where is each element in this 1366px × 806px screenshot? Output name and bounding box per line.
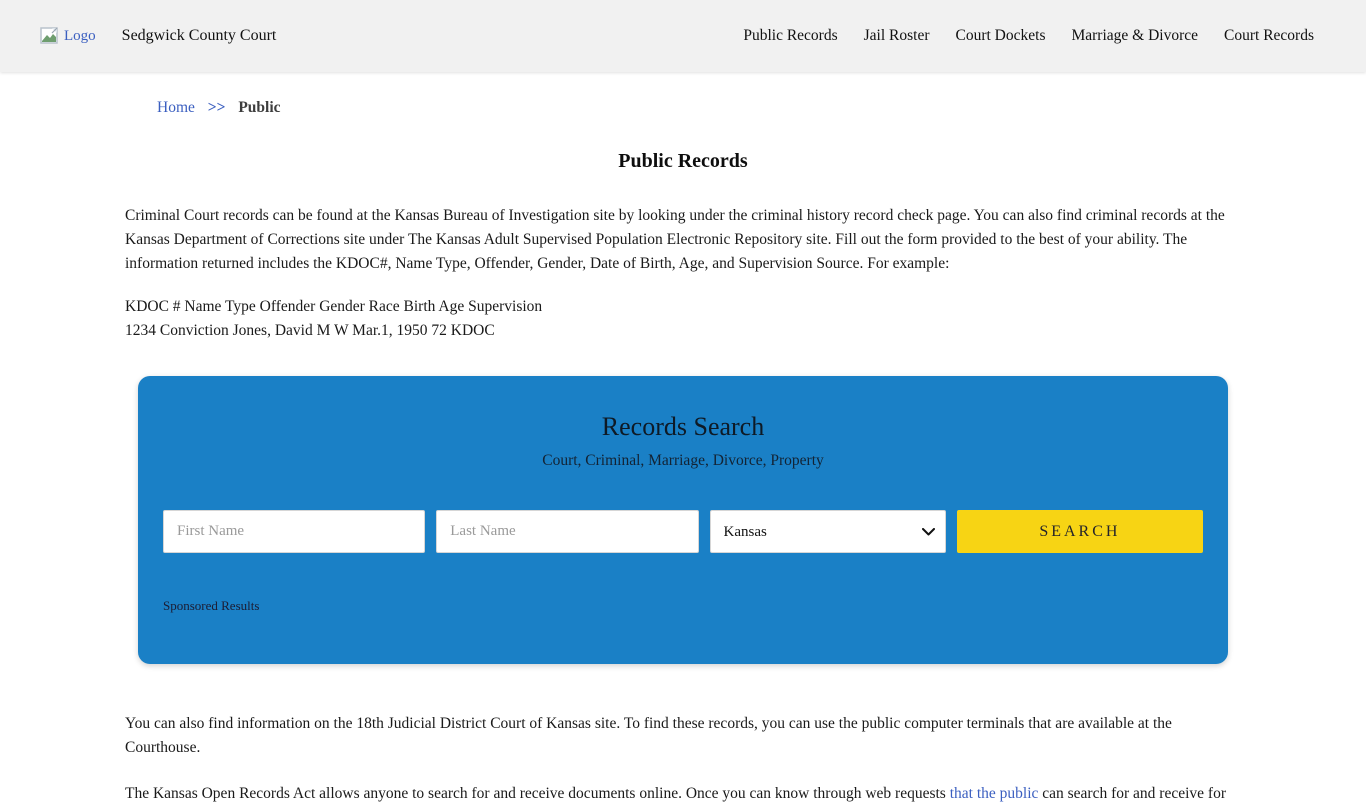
records-search-subtitle: Court, Criminal, Marriage, Divorce, Prop… bbox=[163, 451, 1203, 471]
breadcrumb-home-link[interactable]: Home bbox=[157, 99, 195, 116]
state-select[interactable]: Kansas bbox=[711, 511, 945, 552]
records-search-card: Records Search Court, Criminal, Marriage… bbox=[138, 376, 1228, 664]
example-record-line: 1234 Conviction Jones, David M W Mar.1, … bbox=[125, 322, 495, 339]
intro-paragraph: Criminal Court records can be found at t… bbox=[125, 204, 1241, 276]
site-logo[interactable]: Logo bbox=[40, 27, 96, 46]
open-records-act-text-after: can search for and receive for bbox=[1038, 785, 1226, 802]
nav-item-public-records[interactable]: Public Records bbox=[743, 27, 837, 45]
breadcrumb-current: Public bbox=[238, 99, 280, 116]
site-header: Logo Sedgwick County Court Public Record… bbox=[0, 0, 1366, 72]
courthouse-paragraph: You can also find information on the 18t… bbox=[125, 712, 1241, 760]
broken-image-icon bbox=[40, 27, 61, 46]
last-name-input[interactable] bbox=[436, 510, 698, 553]
nav-item-court-dockets[interactable]: Court Dockets bbox=[956, 27, 1046, 45]
open-records-act-link[interactable]: that the public bbox=[950, 785, 1039, 802]
breadcrumb-separator: >> bbox=[208, 99, 226, 116]
breadcrumb: Home >> Public bbox=[157, 99, 1366, 117]
open-records-act-paragraph: The Kansas Open Records Act allows anyon… bbox=[125, 782, 1241, 806]
example-header-line: KDOC # Name Type Offender Gender Race Bi… bbox=[125, 298, 542, 315]
state-select-wrap[interactable]: Kansas bbox=[710, 510, 946, 553]
nav-item-marriage-divorce[interactable]: Marriage & Divorce bbox=[1071, 27, 1198, 45]
nav-item-court-records[interactable]: Court Records bbox=[1224, 27, 1314, 45]
open-records-act-text-before: The Kansas Open Records Act allows anyon… bbox=[125, 785, 950, 802]
search-form: Kansas SEARCH bbox=[163, 510, 1203, 553]
site-title: Sedgwick County Court bbox=[122, 27, 277, 45]
sponsored-results-label: Sponsored Results bbox=[163, 598, 1203, 614]
nav-item-jail-roster[interactable]: Jail Roster bbox=[864, 27, 930, 45]
logo-alt-text: Logo bbox=[64, 28, 96, 45]
first-name-input[interactable] bbox=[163, 510, 425, 553]
search-button[interactable]: SEARCH bbox=[957, 510, 1203, 553]
main-content: Criminal Court records can be found at t… bbox=[125, 204, 1241, 806]
main-nav: Public Records Jail Roster Court Dockets… bbox=[743, 27, 1314, 45]
records-search-title: Records Search bbox=[163, 412, 1203, 442]
example-block: KDOC # Name Type Offender Gender Race Bi… bbox=[125, 295, 1241, 343]
page-title: Public Records bbox=[0, 150, 1366, 173]
